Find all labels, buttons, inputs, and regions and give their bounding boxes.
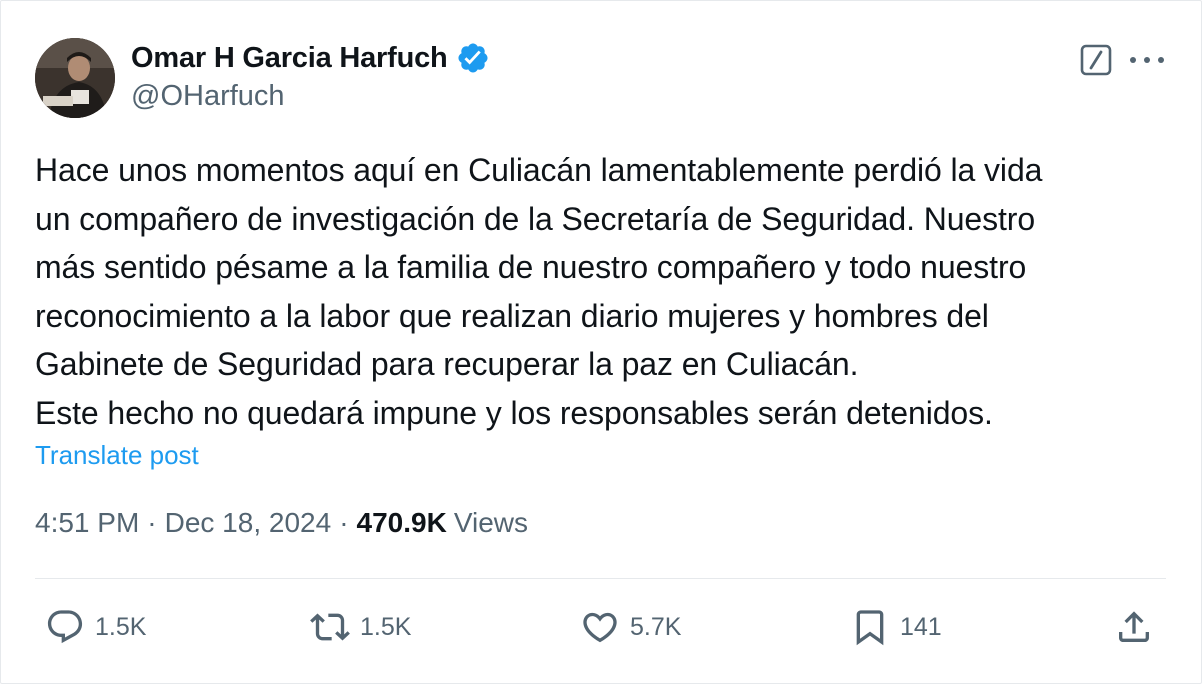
translate-post-link[interactable]: Translate post	[35, 440, 199, 471]
share-icon	[1119, 611, 1149, 642]
repost-count: 1.5K	[360, 612, 412, 641]
tweet-text: Hace unos momentos aquí en Culiacán lame…	[35, 146, 1175, 437]
tweet-text-line: más sentido pésame a la familia de nuest…	[35, 249, 1027, 285]
bookmark-icon	[856, 610, 884, 646]
meta-separator: ·	[147, 507, 157, 538]
more-dot	[1144, 57, 1150, 63]
divider	[35, 578, 1166, 579]
tweet-text-line: reconocimiento a la labor que realizan d…	[35, 297, 989, 334]
author-name-row: Omar H Garcia Harfuch	[131, 38, 490, 78]
meta-separator: ·	[339, 507, 349, 538]
avatar[interactable]	[35, 38, 115, 118]
reply-count: 1.5K	[95, 612, 147, 641]
more-icon[interactable]	[1130, 46, 1164, 74]
views-count: 470.9K	[356, 507, 447, 538]
verified-badge-icon[interactable]	[456, 41, 490, 75]
author-display-name[interactable]: Omar H Garcia Harfuch	[131, 42, 448, 75]
grok-icon[interactable]	[1080, 44, 1112, 76]
tweet-text-line: Hace unos momentos aquí en Culiacán lame…	[35, 152, 1043, 188]
like-button[interactable]: 5.7K	[580, 606, 681, 648]
reply-button[interactable]: 1.5K	[45, 606, 146, 648]
avatar-photo	[35, 38, 115, 118]
tweet-meta: 4:51 PM · Dec 18, 2024 · 470.9K Views	[35, 507, 528, 539]
repost-button[interactable]: 1.5K	[310, 606, 411, 648]
more-dot	[1158, 57, 1164, 63]
author-handle[interactable]: @OHarfuch	[131, 80, 285, 113]
share-button[interactable]	[1114, 606, 1154, 648]
tweet-time[interactable]: 4:51 PM	[35, 507, 139, 539]
repost-icon	[310, 613, 350, 641]
views-label: Views	[453, 507, 528, 538]
tweet-text-line: Gabinete de Seguridad para recuperar la …	[35, 346, 859, 382]
tweet-text-line: Este hecho no quedará impune y los respo…	[35, 394, 993, 431]
bookmark-count: 141	[900, 612, 942, 641]
reply-icon	[47, 610, 83, 644]
like-count: 5.7K	[630, 612, 682, 641]
more-dot	[1130, 57, 1136, 63]
bookmark-button[interactable]: 141	[850, 606, 942, 648]
heart-icon	[583, 612, 617, 643]
tweet-date[interactable]: Dec 18, 2024	[165, 507, 332, 539]
tweet-text-line: un compañero de investigación de la Secr…	[35, 200, 1036, 237]
